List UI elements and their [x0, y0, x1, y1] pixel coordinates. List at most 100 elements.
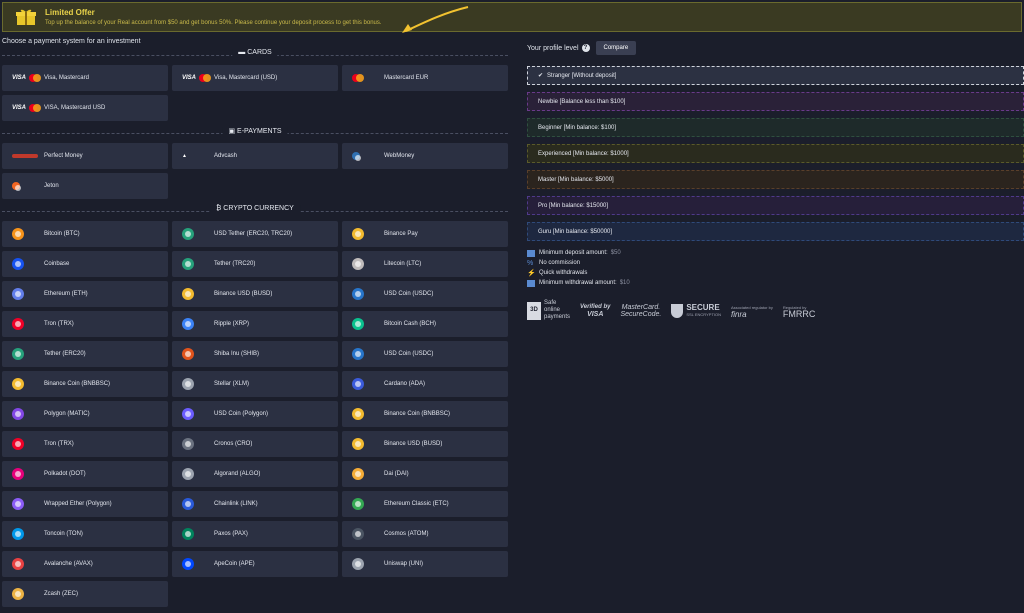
payment-option-card[interactable]: USD Coin (Polygon) — [172, 401, 338, 427]
payment-option-card[interactable]: Binance Coin (BNBBSC) — [2, 371, 168, 397]
coin-icon — [12, 467, 42, 481]
fmrrc-badge: Regulated by FMRRC — [782, 304, 816, 319]
payment-option-card[interactable]: Ripple (XRP) — [172, 311, 338, 337]
coin-icon — [182, 317, 212, 331]
payment-option-card[interactable]: Cosmos (ATOM) — [342, 521, 508, 547]
coin-icon — [12, 587, 42, 601]
payment-option-card[interactable]: Tron (TRX) — [2, 311, 168, 337]
section-crypto: ₿ CRYPTO CURRENCY — [2, 205, 508, 217]
payment-option-card[interactable]: Shiba Inu (SHIB) — [172, 341, 338, 367]
payment-option-card[interactable]: Tether (ERC20) — [2, 341, 168, 367]
coin-icon — [352, 287, 382, 301]
coin-icon — [12, 317, 42, 331]
coin-icon — [352, 497, 382, 511]
mastercard-icon — [352, 71, 382, 85]
coin-icon — [352, 467, 382, 481]
coin-icon — [352, 257, 382, 271]
crypto-grid: Bitcoin (BTC) USD Tether (ERC20, TRC20) Bi… — [2, 221, 508, 607]
payment-option-card[interactable]: VISA VISA, Mastercard USD — [2, 95, 168, 121]
perfect-money-icon — [12, 149, 42, 163]
coin-icon — [182, 287, 212, 301]
payment-option-card[interactable]: Mastercard EUR — [342, 65, 508, 91]
coin-icon — [12, 287, 42, 301]
payment-option-card[interactable]: Cronos (CRO) — [172, 431, 338, 457]
level-item-newbie[interactable]: Newbie [Balance less than $100] — [527, 92, 1024, 111]
coin-icon — [12, 497, 42, 511]
payment-option-card[interactable]: WebMoney — [342, 143, 508, 169]
payment-option-card[interactable]: Dai (DAI) — [342, 461, 508, 487]
payment-option-card[interactable]: Stellar (XLM) — [172, 371, 338, 397]
payment-option-card[interactable]: Ethereum (ETH) — [2, 281, 168, 307]
payment-option-card[interactable]: Perfect Money — [2, 143, 168, 169]
level-features: Minimum deposit amount: $50 % No commissio… — [527, 248, 1024, 288]
payment-option-card[interactable]: Avalanche (AVAX) — [2, 551, 168, 577]
coin-icon — [352, 407, 382, 421]
payment-option-card[interactable]: Ethereum Classic (ETC) — [342, 491, 508, 517]
card-icon — [527, 279, 535, 287]
mastercard-securecode-badge: MasterCard. SecureCode. — [620, 303, 662, 318]
payment-option-card[interactable]: Paxos (PAX) — [172, 521, 338, 547]
card-icon: ▬ — [238, 49, 248, 56]
level-item-guru[interactable]: Guru [Min balance: $50000] — [527, 222, 1024, 241]
arrow-annotation-icon — [402, 6, 469, 33]
payment-systems-panel: Choose a payment system for an investmen… — [2, 38, 508, 607]
payment-option-card[interactable]: Bitcoin (BTC) — [2, 221, 168, 247]
payment-option-card[interactable]: Coinbase — [2, 251, 168, 277]
payment-option-card[interactable]: Uniswap (UNI) — [342, 551, 508, 577]
3d-secure-badge: 3D Safe online payments — [527, 300, 570, 321]
limited-offer-banner[interactable]: Limited Offer Top up the balance of your… — [2, 2, 1022, 33]
percent-icon: % — [527, 259, 534, 267]
payment-option-card[interactable]: Binance USD (BUSD) — [172, 281, 338, 307]
coin-icon — [12, 227, 42, 241]
payment-option-card[interactable]: Chainlink (LINK) — [172, 491, 338, 517]
coin-icon — [352, 437, 382, 451]
wallet-icon: ▣ — [228, 128, 238, 135]
level-item-experienced[interactable]: Experienced [Min balance: $1000] — [527, 144, 1024, 163]
payment-option-card[interactable]: Tether (TRC20) — [172, 251, 338, 277]
payment-option-card[interactable]: Jeton — [2, 173, 168, 199]
coin-icon — [12, 527, 42, 541]
gift-icon — [15, 8, 37, 26]
help-icon[interactable]: ? — [581, 44, 590, 52]
payment-option-card[interactable]: Cardano (ADA) — [342, 371, 508, 397]
payment-option-card[interactable]: Toncoin (TON) — [2, 521, 168, 547]
payment-option-card[interactable]: Tron (TRX) — [2, 431, 168, 457]
coin-icon — [182, 257, 212, 271]
payment-option-card[interactable]: Wrapped Ether (Polygon) — [2, 491, 168, 517]
payment-option-card[interactable]: USD Coin (USDC) — [342, 281, 508, 307]
jeton-icon — [12, 179, 42, 193]
payment-option-card[interactable]: USD Coin (USDC) — [342, 341, 508, 367]
payment-option-card[interactable]: Zcash (ZEC) — [2, 581, 168, 607]
coin-icon — [182, 347, 212, 361]
check-icon: ✔ — [538, 73, 544, 79]
verified-by-visa-badge: Verified by VISA — [580, 303, 611, 318]
banner-description: Top up the balance of your Real account … — [45, 20, 382, 26]
payment-option-card[interactable]: Bitcoin Cash (BCH) — [342, 311, 508, 337]
visa-mastercard-icon: VISA — [12, 71, 42, 85]
level-item-pro[interactable]: Pro [Min balance: $15000] — [527, 196, 1024, 215]
payment-option-card[interactable]: Binance USD (BUSD) — [342, 431, 508, 457]
level-item-beginner[interactable]: Beginner [Min balance: $100] — [527, 118, 1024, 137]
payment-option-card[interactable]: ApeCoin (APE) — [172, 551, 338, 577]
profile-level-label: Your profile level — [527, 44, 579, 52]
payment-option-card[interactable]: VISA Visa, Mastercard — [2, 65, 168, 91]
advcash-icon: ▲ — [182, 153, 187, 159]
payment-option-card[interactable]: ▲ Advcash — [172, 143, 338, 169]
payment-option-card[interactable]: Binance Pay — [342, 221, 508, 247]
payment-option-card[interactable]: USD Tether (ERC20, TRC20) — [172, 221, 338, 247]
payment-option-card[interactable]: Polkadot (DOT) — [2, 461, 168, 487]
level-list: ✔ Stranger [Without deposit] Newbie [Bala… — [527, 66, 1024, 241]
level-item-stranger[interactable]: ✔ Stranger [Without deposit] — [527, 66, 1024, 85]
payment-option-card[interactable]: Binance Coin (BNBBSC) — [342, 401, 508, 427]
coin-icon — [12, 257, 42, 271]
payment-option-card[interactable]: Polygon (MATIC) — [2, 401, 168, 427]
coin-icon — [182, 407, 212, 421]
payment-option-card[interactable]: Litecoin (LTC) — [342, 251, 508, 277]
visa-mastercard-icon: VISA — [12, 101, 42, 115]
finra-badge: Associated regulator by finra — [731, 304, 773, 319]
payment-option-card[interactable]: VISA Visa, Mastercard (USD) — [172, 65, 338, 91]
level-item-master[interactable]: Master [Min balance: $5000] — [527, 170, 1024, 189]
payment-option-card[interactable]: Algorand (ALGO) — [172, 461, 338, 487]
compare-button[interactable]: Compare — [595, 41, 637, 55]
coin-icon — [12, 377, 42, 391]
